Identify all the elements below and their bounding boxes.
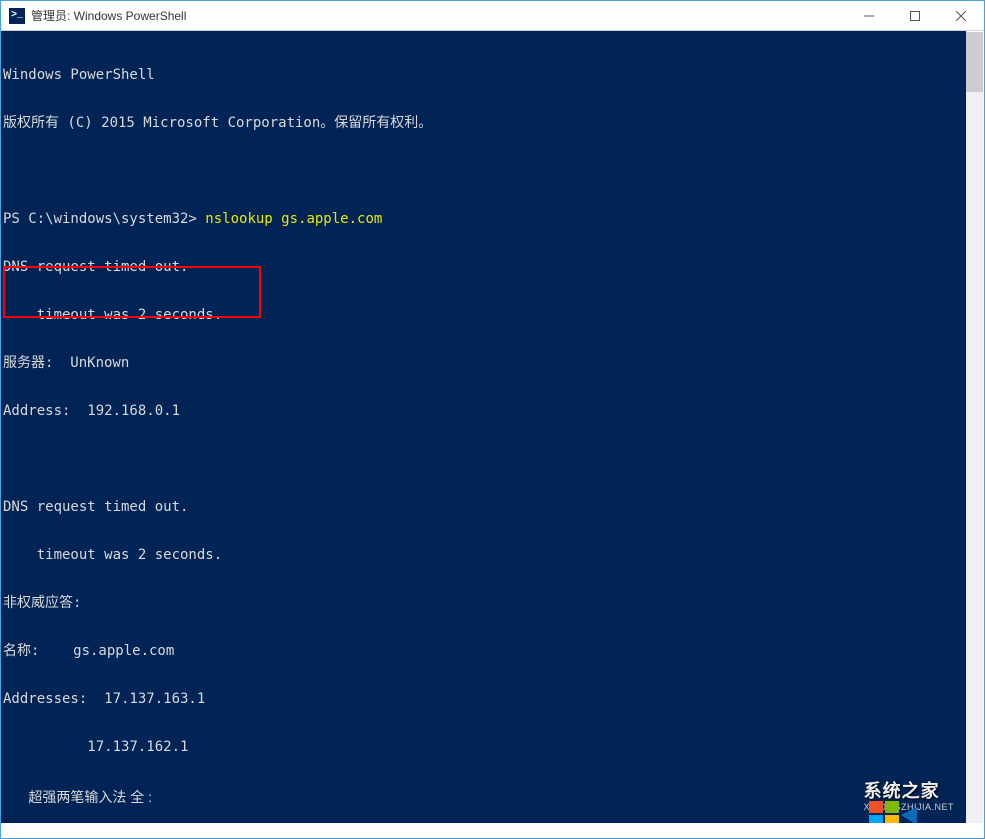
output-line: DNS request timed out. xyxy=(3,259,966,275)
output-line: 非权威应答: xyxy=(3,595,966,611)
close-button[interactable] xyxy=(938,1,984,30)
output-line: 服务器: UnKnown xyxy=(3,355,966,371)
output-line: timeout was 2 seconds. xyxy=(3,307,966,323)
output-line: 17.137.162.1 xyxy=(3,739,966,755)
output-line: Address: 192.168.0.1 xyxy=(3,403,966,419)
powershell-icon: >_ xyxy=(9,8,25,24)
output-line: Windows PowerShell xyxy=(3,67,966,83)
output-line: DNS request timed out. xyxy=(3,499,966,515)
watermark-logo-icon xyxy=(800,781,858,817)
powershell-window: >_ 管理员: Windows PowerShell Windows Power… xyxy=(0,0,985,839)
ime-status-bar: 超强两笔输入法 全 : xyxy=(1,771,156,823)
maximize-button[interactable] xyxy=(892,1,938,30)
vertical-scrollbar[interactable] xyxy=(966,32,983,823)
output-line: 名称: gs.apple.com xyxy=(3,643,966,659)
terminal-area[interactable]: Windows PowerShell 版权所有 (C) 2015 Microso… xyxy=(1,31,966,823)
ime-text: 超强两笔输入法 全 : xyxy=(28,789,152,805)
output-line: 版权所有 (C) 2015 Microsoft Corporation。保留所有… xyxy=(3,115,966,131)
scrollbar-thumb[interactable] xyxy=(966,32,983,92)
command-text: nslookup gs.apple.com xyxy=(205,211,382,227)
minimize-button[interactable] xyxy=(846,1,892,30)
window-controls xyxy=(846,1,984,30)
window-title: 管理员: Windows PowerShell xyxy=(31,7,846,24)
output-line: timeout was 2 seconds. xyxy=(3,547,966,563)
titlebar[interactable]: >_ 管理员: Windows PowerShell xyxy=(1,1,984,31)
watermark: 系统之家 XITONGZHIJIA.NET xyxy=(800,781,954,817)
output-line: Addresses: 17.137.163.1 xyxy=(3,691,966,707)
output-line xyxy=(3,163,966,179)
prompt-line: PS C:\windows\system32> nslookup gs.appl… xyxy=(3,211,966,227)
output-line xyxy=(3,451,966,467)
